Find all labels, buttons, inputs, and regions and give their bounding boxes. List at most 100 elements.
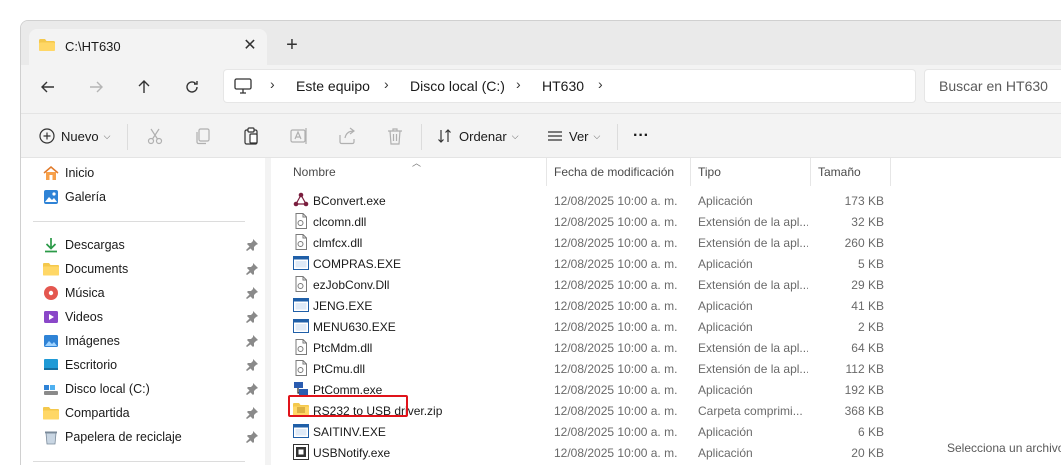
usbnotify-icon <box>293 444 309 460</box>
sidebar-item-galeria[interactable]: Galería <box>43 186 259 208</box>
new-tab-button[interactable]: + <box>279 33 305 59</box>
column-header-size[interactable]: Tamaño <box>818 160 861 184</box>
sidebar-item-videos[interactable]: Videos <box>43 306 259 328</box>
file-type: Aplicación <box>698 299 753 313</box>
tab-ht630[interactable]: C:\HT630 ✕ <box>29 29 267 65</box>
chevron-right-icon: › <box>516 76 521 92</box>
file-row[interactable]: clcomn.dll 12/08/2025 10:00 a. m. Extensió… <box>279 211 899 232</box>
divider <box>421 124 422 150</box>
sidebar-item-documents[interactable]: Documents <box>43 258 259 280</box>
file-date: 12/08/2025 10:00 a. m. <box>554 257 678 271</box>
column-divider[interactable] <box>890 158 891 186</box>
sort-button[interactable]: Ordenar ⌵ <box>437 124 519 148</box>
search-box[interactable] <box>924 69 1061 103</box>
dll-icon <box>293 276 309 292</box>
column-divider[interactable] <box>810 158 811 186</box>
cut-icon[interactable] <box>145 126 165 146</box>
pin-icon[interactable] <box>245 310 259 324</box>
file-list: ︿ Nombre Fecha de modificación Tipo Tama… <box>279 158 1061 465</box>
file-row[interactable]: BConvert.exe 12/08/2025 10:00 a. m. Aplica… <box>279 190 899 211</box>
pin-icon[interactable] <box>245 334 259 348</box>
drive-icon <box>44 385 58 395</box>
sidebar-item-disco-local[interactable]: Disco local (C:) <box>43 378 259 400</box>
more-options-button[interactable]: ··· <box>633 124 649 148</box>
selection-highlight-box <box>288 395 408 417</box>
pin-icon[interactable] <box>245 238 259 252</box>
file-name[interactable]: PtcMdm.dll <box>313 341 372 355</box>
file-date: 12/08/2025 10:00 a. m. <box>554 425 678 439</box>
sidebar-item-escritorio[interactable]: Escritorio <box>43 354 259 376</box>
file-name[interactable]: COMPRAS.EXE <box>313 257 401 271</box>
sidebar-item-label: Escritorio <box>65 358 118 372</box>
file-name[interactable]: BConvert.exe <box>313 194 386 208</box>
column-divider[interactable] <box>546 158 547 186</box>
folder-icon <box>39 39 55 51</box>
file-row[interactable]: ezJobConv.Dll 12/08/2025 10:00 a. m. Exten… <box>279 274 899 295</box>
view-button[interactable]: Ver ⌵ <box>547 124 600 148</box>
file-row[interactable]: clmfcx.dll 12/08/2025 10:00 a. m. Extensió… <box>279 232 899 253</box>
exe-icon <box>293 318 309 334</box>
share-icon[interactable] <box>337 126 357 146</box>
refresh-button[interactable] <box>175 71 209 103</box>
sidebar-item-imagenes[interactable]: Imágenes <box>43 330 259 352</box>
column-header-date[interactable]: Fecha de modificación <box>554 160 674 184</box>
pin-icon[interactable] <box>245 406 259 420</box>
sidebar-item-musica[interactable]: Música <box>43 282 259 304</box>
forward-button[interactable] <box>79 71 113 103</box>
address-bar[interactable]: › Este equipo › Disco local (C:) › HT630… <box>223 69 916 103</box>
up-button[interactable] <box>127 71 161 103</box>
file-row[interactable]: JENG.EXE 12/08/2025 10:00 a. m. Aplicación… <box>279 295 899 316</box>
sidebar-item-inicio[interactable]: Inicio <box>43 162 259 184</box>
pin-icon[interactable] <box>245 358 259 372</box>
list-view-icon <box>548 131 562 141</box>
address-row: › Este equipo › Disco local (C:) › HT630… <box>21 65 1061 109</box>
search-input[interactable] <box>939 78 1061 94</box>
back-button[interactable] <box>31 71 65 103</box>
file-name[interactable]: ezJobConv.Dll <box>313 278 389 292</box>
column-divider[interactable] <box>690 158 691 186</box>
exe-icon <box>293 255 309 271</box>
new-button[interactable]: Nuevo ⌵ <box>39 124 110 148</box>
close-tab-icon[interactable]: ✕ <box>239 35 261 57</box>
music-icon <box>44 286 58 300</box>
chevron-right-icon[interactable]: › <box>598 76 603 92</box>
trash-icon[interactable] <box>385 126 405 146</box>
computer-icon <box>234 78 252 94</box>
breadcrumb-este-equipo[interactable]: Este equipo <box>296 78 370 94</box>
file-name[interactable]: clcomn.dll <box>313 215 366 229</box>
file-name[interactable]: SAITINV.EXE <box>313 425 386 439</box>
dll-icon <box>293 213 309 229</box>
paste-icon[interactable] <box>241 126 261 146</box>
pin-icon[interactable] <box>245 286 259 300</box>
file-date: 12/08/2025 10:00 a. m. <box>554 236 678 250</box>
column-header-type[interactable]: Tipo <box>698 160 721 184</box>
more-icon: ··· <box>633 127 649 144</box>
sidebar-scrollbar[interactable] <box>265 158 271 465</box>
sidebar-item-descargas[interactable]: Descargas <box>43 234 259 256</box>
file-row[interactable]: SAITINV.EXE 12/08/2025 10:00 a. m. Aplicac… <box>279 421 899 442</box>
pin-icon[interactable] <box>245 430 259 444</box>
recycle-bin-icon <box>45 431 57 445</box>
pin-icon[interactable] <box>245 262 259 276</box>
copy-icon[interactable] <box>193 126 213 146</box>
file-type: Extensión de la apl... <box>698 215 808 229</box>
file-name[interactable]: PtCmu.dll <box>313 362 365 376</box>
file-name[interactable]: JENG.EXE <box>313 299 372 313</box>
sidebar-item-compartida[interactable]: Compartida <box>43 402 259 424</box>
pin-icon[interactable] <box>245 382 259 396</box>
rename-icon[interactable] <box>289 126 309 146</box>
file-name[interactable]: MENU630.EXE <box>313 320 396 334</box>
file-row[interactable]: MENU630.EXE 12/08/2025 10:00 a. m. Aplicac… <box>279 316 899 337</box>
file-row[interactable]: PtcMdm.dll 12/08/2025 10:00 a. m. Extensió… <box>279 337 899 358</box>
file-name[interactable]: clmfcx.dll <box>313 236 362 250</box>
file-name[interactable]: USBNotify.exe <box>313 446 390 460</box>
file-row[interactable]: PtCmu.dll 12/08/2025 10:00 a. m. Extensión… <box>279 358 899 379</box>
breadcrumb-ht630[interactable]: HT630 <box>542 78 584 94</box>
file-row[interactable]: COMPRAS.EXE 12/08/2025 10:00 a. m. Aplicac… <box>279 253 899 274</box>
column-header-name[interactable]: Nombre <box>293 160 336 184</box>
arrow-right-icon <box>90 81 103 93</box>
breadcrumb-disco-local[interactable]: Disco local (C:) <box>410 78 505 94</box>
sidebar-item-papelera[interactable]: Papelera de reciclaje <box>43 426 259 448</box>
file-row[interactable]: USBNotify.exe 12/08/2025 10:00 a. m. Aplic… <box>279 442 899 463</box>
file-type: Aplicación <box>698 425 753 439</box>
